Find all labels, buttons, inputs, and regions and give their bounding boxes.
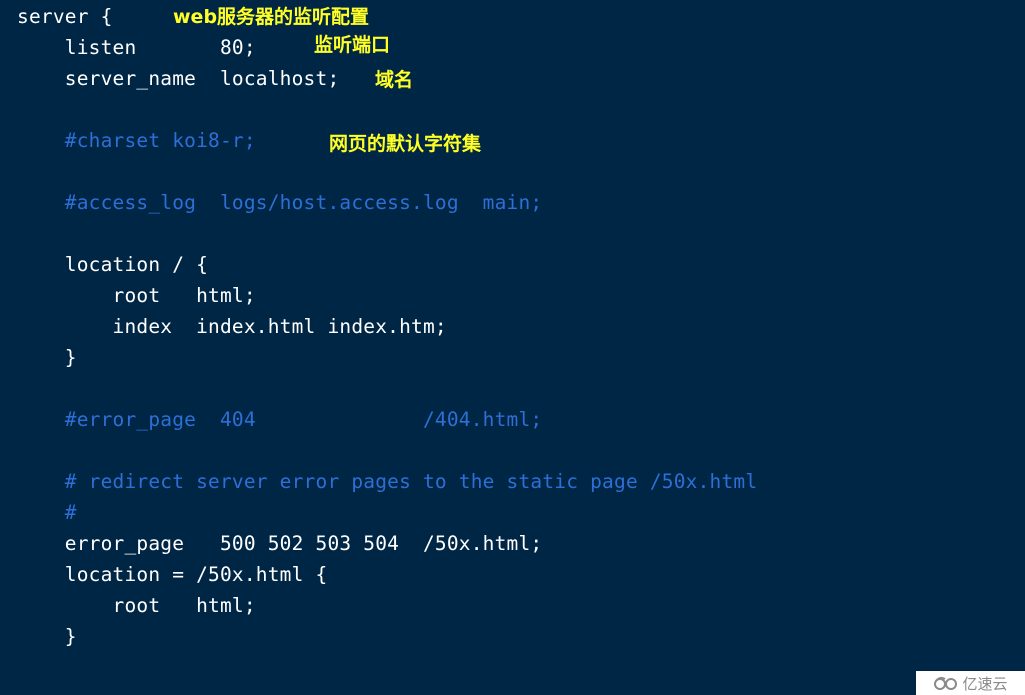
- code-line-location-50x-open: location = /50x.html {: [17, 563, 328, 586]
- annotation-charset: 网页的默认字符集: [329, 133, 482, 155]
- code-line-hash-comment: #: [17, 501, 77, 524]
- code-line-access-log-comment: #access_log logs/host.access.log main;: [17, 191, 543, 214]
- code-line-root: root html;: [17, 284, 256, 307]
- code-line-root-50x: root html;: [17, 594, 256, 617]
- watermark: 亿速云: [916, 671, 1025, 695]
- code-line-location-root-close: }: [17, 346, 77, 369]
- code-line-location-50x-close: }: [17, 625, 77, 648]
- annotation-server-name: 域名: [375, 69, 414, 91]
- code-line-error-page-404-comment: #error_page 404 /404.html;: [17, 408, 543, 431]
- annotation-server: web服务器的监听配置: [173, 6, 370, 28]
- code-line-server-open: server {: [17, 5, 113, 28]
- cloud-logo-icon: [933, 676, 959, 690]
- watermark-text: 亿速云: [962, 674, 1008, 693]
- code-line-charset-comment: #charset koi8-r;: [17, 129, 256, 152]
- code-line-server-name: server_name localhost;: [17, 67, 340, 90]
- code-line-listen: listen 80;: [17, 36, 256, 59]
- code-line-error-page-50x: error_page 500 502 503 504 /50x.html;: [17, 532, 543, 555]
- code-line-location-root-open: location / {: [17, 253, 209, 276]
- annotation-listen: 监听端口: [314, 34, 391, 56]
- code-line-redirect-comment: # redirect server error pages to the sta…: [17, 470, 758, 493]
- code-line-index: index index.html index.htm;: [17, 315, 447, 338]
